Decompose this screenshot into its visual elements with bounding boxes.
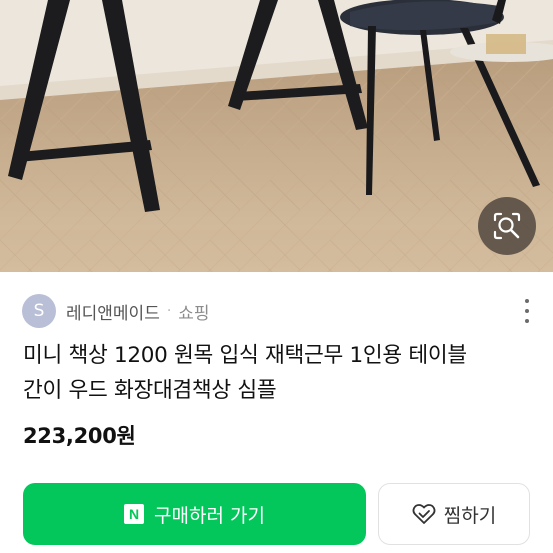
separator-dot: · bbox=[166, 303, 172, 319]
more-vertical-icon-dot bbox=[525, 319, 529, 323]
wish-button[interactable]: 찜하기 bbox=[378, 483, 530, 545]
wish-button-label: 찜하기 bbox=[443, 504, 497, 527]
product-image[interactable] bbox=[0, 0, 553, 272]
product-title[interactable]: 미니 책상 1200 원목 입식 재택근무 1인용 테이블 간이 우드 화장대겸… bbox=[23, 338, 538, 408]
product-price: 223,200원 bbox=[23, 424, 136, 448]
naver-n-icon: N bbox=[124, 504, 145, 524]
seller-category: 쇼핑 bbox=[178, 303, 210, 324]
seller-name[interactable]: 레디앤메이드 bbox=[66, 299, 160, 324]
product-title-line-2: 간이 우드 화장대겸책상 심플 bbox=[23, 378, 277, 403]
image-search-lens-icon bbox=[493, 212, 521, 240]
image-search-button[interactable] bbox=[478, 197, 536, 255]
more-vertical-icon-dot bbox=[525, 309, 529, 313]
buy-button-label: 구매하러 가기 bbox=[154, 504, 265, 527]
product-title-line-1: 미니 책상 1200 원목 입식 재택근무 1인용 테이블 bbox=[23, 343, 467, 368]
product-card: S 레디앤메이드 · 쇼핑 미니 책상 1200 원목 입식 재택근무 1인용 … bbox=[0, 0, 553, 553]
seller-row[interactable]: S 레디앤메이드 · 쇼핑 bbox=[22, 293, 537, 329]
more-vertical-icon bbox=[525, 299, 529, 303]
buy-button[interactable]: N 구매하러 가기 bbox=[23, 483, 366, 545]
more-options-button[interactable] bbox=[521, 299, 533, 323]
heart-icon bbox=[412, 504, 436, 524]
avatar: S bbox=[22, 294, 56, 328]
